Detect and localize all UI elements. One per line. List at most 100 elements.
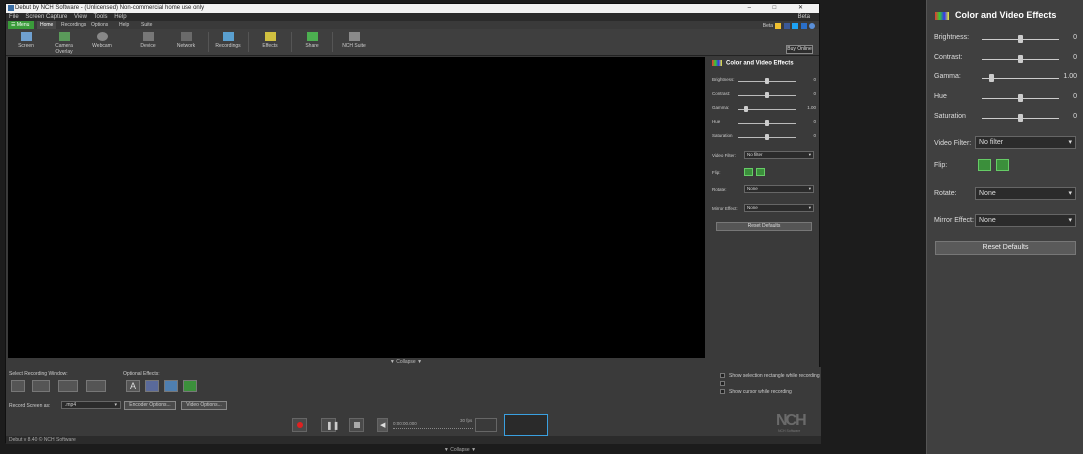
watermark-button[interactable] xyxy=(164,380,178,392)
device-button[interactable]: Device xyxy=(130,31,166,54)
hue-value: 0 xyxy=(1073,93,1077,100)
close-button[interactable]: ✕ xyxy=(798,5,813,11)
flip-horizontal-button[interactable] xyxy=(744,168,753,176)
webcam-button[interactable]: Webcam xyxy=(84,31,120,54)
volume-button[interactable]: ◀ xyxy=(377,418,388,432)
effects-label: Effects xyxy=(262,43,278,49)
saturation-slider-handle[interactable] xyxy=(1018,114,1023,122)
screen-label: Screen xyxy=(18,43,34,49)
menu-view[interactable]: View xyxy=(74,14,87,20)
brightness-slider-handle[interactable] xyxy=(765,78,769,84)
menu-screen-capture[interactable]: Screen Capture xyxy=(25,14,67,20)
effects-panel-title: Color and Video Effects xyxy=(726,60,794,67)
encoder-options-button[interactable]: Encoder Options... xyxy=(124,401,176,410)
menu-file[interactable]: File xyxy=(9,14,19,20)
video-filter-value: No filter xyxy=(747,152,763,157)
format-select[interactable]: .mp4 ▾ xyxy=(61,401,121,409)
mirror-effect-label: Mirror Effect: xyxy=(712,206,738,211)
rotate-select[interactable]: None ▾ xyxy=(975,187,1076,200)
monitor-select-button[interactable] xyxy=(86,380,106,392)
color-video-effects-panel: Color and Video Effects Brightness: 0 Co… xyxy=(926,0,1083,454)
contrast-slider-handle[interactable] xyxy=(765,92,769,98)
brightness-row: Brightness: 0 xyxy=(934,33,1077,45)
snapshot-button[interactable] xyxy=(475,418,497,432)
recordings-button[interactable]: Recordings xyxy=(210,31,246,54)
tab-recordings[interactable]: Recordings xyxy=(58,21,89,29)
extra-checkbox[interactable] xyxy=(720,381,725,386)
pause-button[interactable]: ❚❚ xyxy=(321,418,339,432)
share-button[interactable]: Share xyxy=(294,31,330,54)
preview-thumbnail[interactable] xyxy=(504,414,548,436)
video-options-button[interactable]: Video Options... xyxy=(181,401,227,410)
reset-defaults-button[interactable]: Reset Defaults xyxy=(716,222,812,231)
main-menu-button[interactable]: ☰ Menu ▾ xyxy=(8,21,34,36)
twitter-icon[interactable] xyxy=(792,22,799,29)
linkedin-icon[interactable] xyxy=(800,22,807,29)
flip-horizontal-button[interactable] xyxy=(978,159,991,171)
desktop-collapse-toggle[interactable]: ▼ Collapse ▼ xyxy=(420,447,500,454)
window-controls[interactable]: – □ ✕ xyxy=(748,4,813,13)
effects-panel-title: Color and Video Effects xyxy=(955,10,1057,20)
video-preview[interactable] xyxy=(8,57,705,358)
saturation-row: Saturation 0 xyxy=(934,112,1077,124)
gamma-slider-handle[interactable] xyxy=(989,74,994,82)
contrast-label: Contrast: xyxy=(934,54,963,61)
show-rectangle-checkbox[interactable] xyxy=(720,373,725,378)
screen-button[interactable]: Screen xyxy=(8,31,44,54)
color-effects-button[interactable] xyxy=(145,380,159,392)
brightness-slider-handle[interactable] xyxy=(1018,35,1023,43)
ribbon-tabs: ☰ Menu ▾ Home Recordings Options Help Su… xyxy=(6,21,819,36)
stop-button[interactable] xyxy=(349,418,364,432)
show-cursor-checkbox[interactable] xyxy=(720,389,725,394)
reset-defaults-button[interactable]: Reset Defaults xyxy=(935,241,1076,255)
tab-home[interactable]: Home xyxy=(37,21,57,29)
nch-suite-button[interactable]: NCH Suite xyxy=(336,31,372,54)
select-window-button[interactable] xyxy=(11,380,25,392)
mirror-effect-select[interactable]: None ▾ xyxy=(744,204,814,212)
contrast-slider-handle[interactable] xyxy=(1018,55,1023,63)
video-filter-select[interactable]: No filter ▾ xyxy=(975,136,1076,149)
webcam-label: Webcam xyxy=(92,43,112,49)
flip-vertical-button[interactable] xyxy=(756,168,765,176)
camera-overlay-button[interactable]: Camera Overlay xyxy=(46,31,82,55)
network-button[interactable]: Network xyxy=(168,31,204,54)
thumbs-up-icon[interactable] xyxy=(775,22,782,29)
help-icon[interactable] xyxy=(809,22,815,29)
saturation-value: 0 xyxy=(1073,113,1077,120)
rotate-select[interactable]: None ▾ xyxy=(744,185,814,193)
minimize-button[interactable]: – xyxy=(748,5,761,11)
status-text: Debut v 8.40 © NCH Software xyxy=(9,437,76,443)
window-type-button[interactable] xyxy=(32,380,50,392)
tab-suite[interactable]: Suite xyxy=(138,21,155,29)
menu-tools[interactable]: Tools xyxy=(94,14,108,20)
effects-button[interactable]: Effects xyxy=(252,31,288,54)
region-button[interactable] xyxy=(58,380,78,392)
video-overlay-button[interactable] xyxy=(183,380,197,392)
record-button[interactable] xyxy=(292,418,307,432)
show-rectangle-label: Show selection rectangle while recording xyxy=(729,373,820,379)
text-caption-button[interactable]: A xyxy=(126,380,140,392)
buy-online-button[interactable]: Buy Online xyxy=(786,45,813,54)
video-filter-select[interactable]: No filter ▾ xyxy=(744,151,814,159)
mirror-effect-label: Mirror Effect: xyxy=(934,217,974,224)
tab-help[interactable]: Help xyxy=(116,21,132,29)
mirror-effect-select[interactable]: None ▾ xyxy=(975,214,1076,227)
optional-effects-label: Optional Effects: xyxy=(123,371,160,377)
menu-help[interactable]: Help xyxy=(114,14,126,20)
facebook-icon[interactable] xyxy=(783,22,790,29)
chevron-down-icon: ▾ xyxy=(1068,217,1072,224)
device-icon xyxy=(142,32,154,41)
hue-slider-handle[interactable] xyxy=(765,120,769,126)
collapse-toggle[interactable]: ▼ Collapse ▼ xyxy=(361,359,451,367)
saturation-slider-handle[interactable] xyxy=(765,134,769,140)
maximize-button[interactable]: □ xyxy=(773,5,787,11)
gamma-slider-handle[interactable] xyxy=(744,106,748,112)
tab-options[interactable]: Options xyxy=(88,21,111,29)
nch-logo-subtitle: NCH Software xyxy=(778,429,801,433)
contrast-row: Contrast: 0 xyxy=(712,91,816,99)
chevron-down-icon: ▾ xyxy=(1068,139,1072,146)
hue-slider-handle[interactable] xyxy=(1018,94,1023,102)
flip-vertical-button[interactable] xyxy=(996,159,1009,171)
gamma-row: Gamma: 1.00 xyxy=(934,72,1077,84)
brightness-label: Brightness: xyxy=(934,34,970,41)
